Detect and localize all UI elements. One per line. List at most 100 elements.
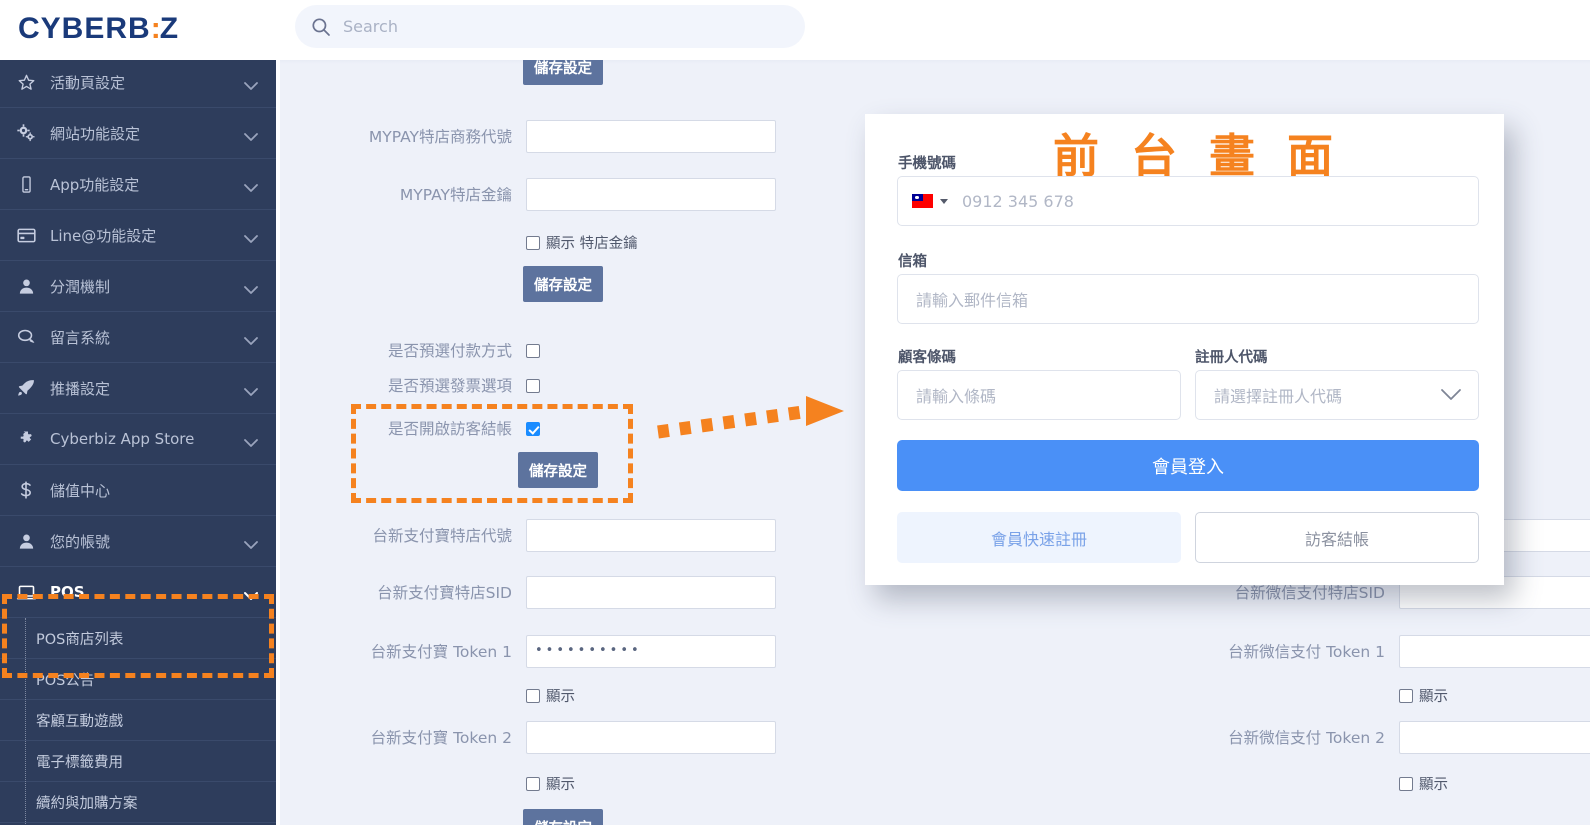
referrer-select[interactable]: 請選擇註冊人代碼	[1195, 370, 1479, 420]
sidebar-item-label: Line@功能設定	[50, 226, 157, 245]
chevron-down-icon[interactable]	[244, 128, 258, 141]
sidebar-subitem-customer-game[interactable]: 客顧互動遊戲	[0, 700, 276, 741]
sidebar-item-profit-sharing[interactable]: 分潤機制	[0, 261, 276, 312]
user-icon	[14, 532, 38, 551]
barcode-placeholder: 請輸入條碼	[916, 387, 997, 406]
guest-checkout-button[interactable]: 訪客結帳	[1195, 512, 1479, 563]
gears-icon	[14, 123, 38, 143]
card-icon	[14, 225, 38, 246]
field-row-enable-guest-checkout: 是否開啟訪客結帳	[280, 418, 540, 440]
show-wechat-token2-checkbox[interactable]	[1399, 776, 1413, 791]
email-placeholder: 請輸入郵件信箱	[916, 291, 1029, 310]
sidebar-subitem-etag-fee[interactable]: 電子標籤費用	[0, 741, 276, 782]
quick-register-button[interactable]: 會員快速註冊	[897, 512, 1181, 563]
taishin-alipay-token2-input[interactable]	[526, 721, 776, 754]
mypay-key-input[interactable]	[526, 178, 776, 211]
sidebar-item-label: 留言系統	[50, 328, 111, 347]
show-token1-checkbox-row[interactable]: 顯示	[526, 685, 575, 706]
show-wechat-token2-checkbox-row[interactable]: 顯示	[1399, 773, 1448, 794]
show-wechat-token1-checkbox-row[interactable]: 顯示	[1399, 685, 1448, 706]
show-wechat-token1-checkbox[interactable]	[1399, 688, 1413, 703]
field-row-taishin-alipay-token2: 台新支付寶 Token 2	[280, 721, 776, 755]
field-row-taishin-wechat-token2: 台新微信支付 Token 2	[985, 721, 1590, 755]
show-key-label: 顯示 特店金鑰	[546, 236, 638, 252]
field-row-mypay-merchant-id: MYPAY特店商務代號	[280, 120, 776, 154]
chevron-down-icon[interactable]	[1440, 387, 1462, 401]
sidebar-subitem-pos-store-list[interactable]: POS商店列表	[0, 618, 276, 659]
sidebar-subitem-renewal-plan[interactable]: 續約與加購方案	[0, 782, 276, 823]
member-login-button[interactable]: 會員登入	[897, 440, 1479, 491]
logo-text-main: CYBERB	[18, 12, 151, 45]
taishin-alipay-token1-input[interactable]: ••••••••••	[526, 635, 776, 668]
sidebar-item-pos[interactable]: POS	[0, 567, 276, 618]
field-label: 台新支付寶特店SID	[377, 584, 512, 602]
chat-icon	[14, 327, 38, 348]
chevron-down-icon[interactable]	[244, 77, 258, 90]
chevron-down-icon[interactable]	[244, 383, 258, 396]
sidebar-item-stored-value[interactable]: 儲值中心	[0, 465, 276, 516]
puzzle-icon	[14, 429, 38, 449]
field-row-taishin-alipay-token1: 台新支付寶 Token 1 ••••••••••	[280, 635, 776, 669]
sidebar-subitem-pos-announcement[interactable]: POS公告	[0, 659, 276, 700]
mypay-merchant-id-input[interactable]	[526, 120, 776, 153]
sidebar-item-line-settings[interactable]: Line@功能設定	[0, 210, 276, 261]
email-label: 信箱	[898, 254, 927, 270]
frontend-preview-modal: 前 台 畫 面 手機號碼 0912 345 678 信箱 請輸入郵件信箱 顧客條…	[865, 114, 1504, 585]
user-icon	[14, 277, 38, 296]
show-label: 顯示	[546, 777, 575, 793]
sidebar-item-app-store[interactable]: Cyberbiz App Store	[0, 414, 276, 465]
sidebar-subitem-label: 客顧互動遊戲	[36, 713, 123, 730]
taishin-wechat-token1-input[interactable]	[1399, 635, 1590, 668]
show-token2-checkbox[interactable]	[526, 776, 540, 791]
phone-placeholder: 0912 345 678	[962, 191, 1074, 211]
sidebar-item-label: 您的帳號	[50, 532, 111, 551]
cyberbiz-logo[interactable]: CYBERB:Z	[18, 12, 179, 46]
field-row-preselect-invoice: 是否預選發票選項	[280, 375, 540, 397]
show-token1-checkbox[interactable]	[526, 688, 540, 703]
field-label: 台新微信支付 Token 2	[1228, 729, 1385, 747]
chevron-down-icon[interactable]	[244, 332, 258, 345]
barcode-input[interactable]: 請輸入條碼	[897, 370, 1181, 420]
phone-label: 手機號碼	[898, 156, 956, 172]
sidebar-item-push-settings[interactable]: 推播設定	[0, 363, 276, 414]
show-label: 顯示	[546, 689, 575, 705]
save-button[interactable]: 儲存設定	[523, 266, 603, 302]
phone-input[interactable]: 0912 345 678	[897, 176, 1479, 226]
show-key-checkbox[interactable]	[526, 235, 540, 250]
preselect-payment-checkbox[interactable]	[526, 344, 540, 358]
save-button[interactable]: 儲存設定	[518, 452, 598, 488]
chevron-down-icon[interactable]	[244, 536, 258, 549]
sidebar-item-label: 活動頁設定	[50, 73, 126, 92]
save-button[interactable]: 儲存設定	[523, 57, 603, 85]
sidebar-item-site-settings[interactable]: 網站功能設定	[0, 108, 276, 159]
show-key-checkbox-row[interactable]: 顯示 特店金鑰	[526, 232, 638, 253]
sidebar-subitem-label: 續約與加購方案	[36, 795, 138, 812]
country-caret-icon[interactable]	[940, 198, 948, 204]
show-token2-checkbox-row[interactable]: 顯示	[526, 773, 575, 794]
chevron-down-icon[interactable]	[244, 587, 258, 600]
save-button[interactable]: 儲存設定	[523, 809, 603, 825]
enable-guest-checkout-checkbox[interactable]	[526, 422, 540, 436]
chevron-down-icon[interactable]	[244, 230, 258, 243]
sidebar-item-activity-page[interactable]: 活動頁設定	[0, 57, 276, 108]
field-row-mypay-key: MYPAY特店金鑰	[280, 178, 776, 212]
sidebar-item-your-account[interactable]: 您的帳號	[0, 516, 276, 567]
chevron-down-icon[interactable]	[244, 281, 258, 294]
chevron-down-icon[interactable]	[244, 179, 258, 192]
field-label: 是否開啟訪客結帳	[387, 420, 512, 438]
search-input[interactable]: Search	[295, 5, 805, 48]
sidebar-item-app-settings[interactable]: App功能設定	[0, 159, 276, 210]
sidebar-item-label: Cyberbiz App Store	[50, 430, 195, 448]
sidebar-subitem-label: 電子標籤費用	[36, 754, 123, 771]
preselect-invoice-checkbox[interactable]	[526, 379, 540, 393]
sidebar-item-message-system[interactable]: 留言系統	[0, 312, 276, 363]
taishin-wechat-token2-input[interactable]	[1399, 721, 1590, 754]
search-placeholder: Search	[343, 17, 398, 36]
taishin-alipay-merchant-id-input[interactable]	[526, 519, 776, 552]
top-bar: CYBERB:Z Search	[0, 0, 1590, 60]
taishin-alipay-sid-input[interactable]	[526, 576, 776, 609]
email-input[interactable]: 請輸入郵件信箱	[897, 274, 1479, 324]
chevron-down-icon[interactable]	[244, 434, 258, 447]
field-row-taishin-alipay-sid: 台新支付寶特店SID	[280, 576, 776, 610]
sidebar-item-label: App功能設定	[50, 175, 140, 194]
